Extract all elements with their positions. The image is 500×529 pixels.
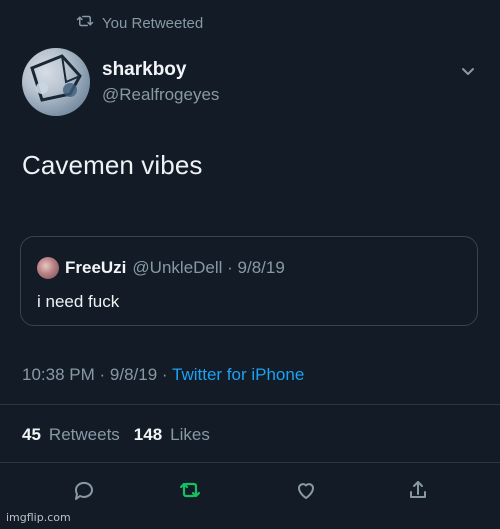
tweet-text: Cavemen vibes	[22, 150, 203, 180]
likes-label[interactable]: Likes	[170, 425, 210, 445]
reply-icon	[72, 478, 96, 507]
chevron-down-icon[interactable]	[460, 64, 476, 76]
meta-separator-2: ·	[161, 365, 168, 384]
avatar-image	[30, 54, 82, 102]
quoted-meta: @UnkleDell · 9/8/19	[132, 258, 285, 277]
retweets-count[interactable]: 45	[22, 425, 41, 445]
meta-separator-1: ·	[99, 365, 106, 384]
quoted-tweet-text: i need fuck	[37, 292, 120, 311]
display-name[interactable]: sharkboy	[102, 58, 219, 82]
user-handle[interactable]: @Realfrogeyes	[102, 84, 219, 106]
quoted-display-name: FreeUzi	[65, 258, 127, 277]
retweet-icon	[178, 478, 202, 507]
tweet-stats: 45 Retweets 148 Likes	[22, 425, 216, 445]
tweet-actions	[0, 478, 500, 510]
divider-top	[0, 404, 500, 405]
retweets-label[interactable]: Retweets	[49, 425, 120, 445]
share-icon	[406, 478, 430, 507]
quoted-avatar	[37, 257, 59, 279]
share-button[interactable]	[404, 478, 432, 506]
tweet-time: 10:38 PM	[22, 365, 95, 384]
retweet-context-label: You Retweeted	[102, 14, 204, 32]
tweet-source-link[interactable]: Twitter for iPhone	[172, 365, 304, 384]
quoted-tweet-card[interactable]: FreeUzi @UnkleDell · 9/8/19 i need fuck	[20, 236, 478, 326]
like-button[interactable]	[292, 478, 320, 506]
likes-count[interactable]: 148	[134, 425, 162, 445]
retweet-button[interactable]	[176, 478, 204, 506]
retweet-context-icon	[76, 14, 94, 32]
reply-button[interactable]	[70, 478, 98, 506]
retweet-context: You Retweeted	[76, 14, 203, 32]
tweet-meta: 10:38 PM · 9/8/19 · Twitter for iPhone	[22, 365, 304, 385]
avatar[interactable]	[22, 48, 90, 116]
divider-bottom	[0, 462, 500, 463]
watermark: imgflip.com	[6, 511, 71, 524]
tweet-date: 9/8/19	[109, 365, 158, 384]
heart-icon	[294, 478, 318, 507]
tweet-screen: You Retweeted sharkboy @Realfrogeyes Cav…	[0, 0, 500, 529]
user-info: sharkboy @Realfrogeyes	[102, 58, 219, 106]
quoted-tweet-header: FreeUzi @UnkleDell · 9/8/19	[37, 257, 285, 279]
